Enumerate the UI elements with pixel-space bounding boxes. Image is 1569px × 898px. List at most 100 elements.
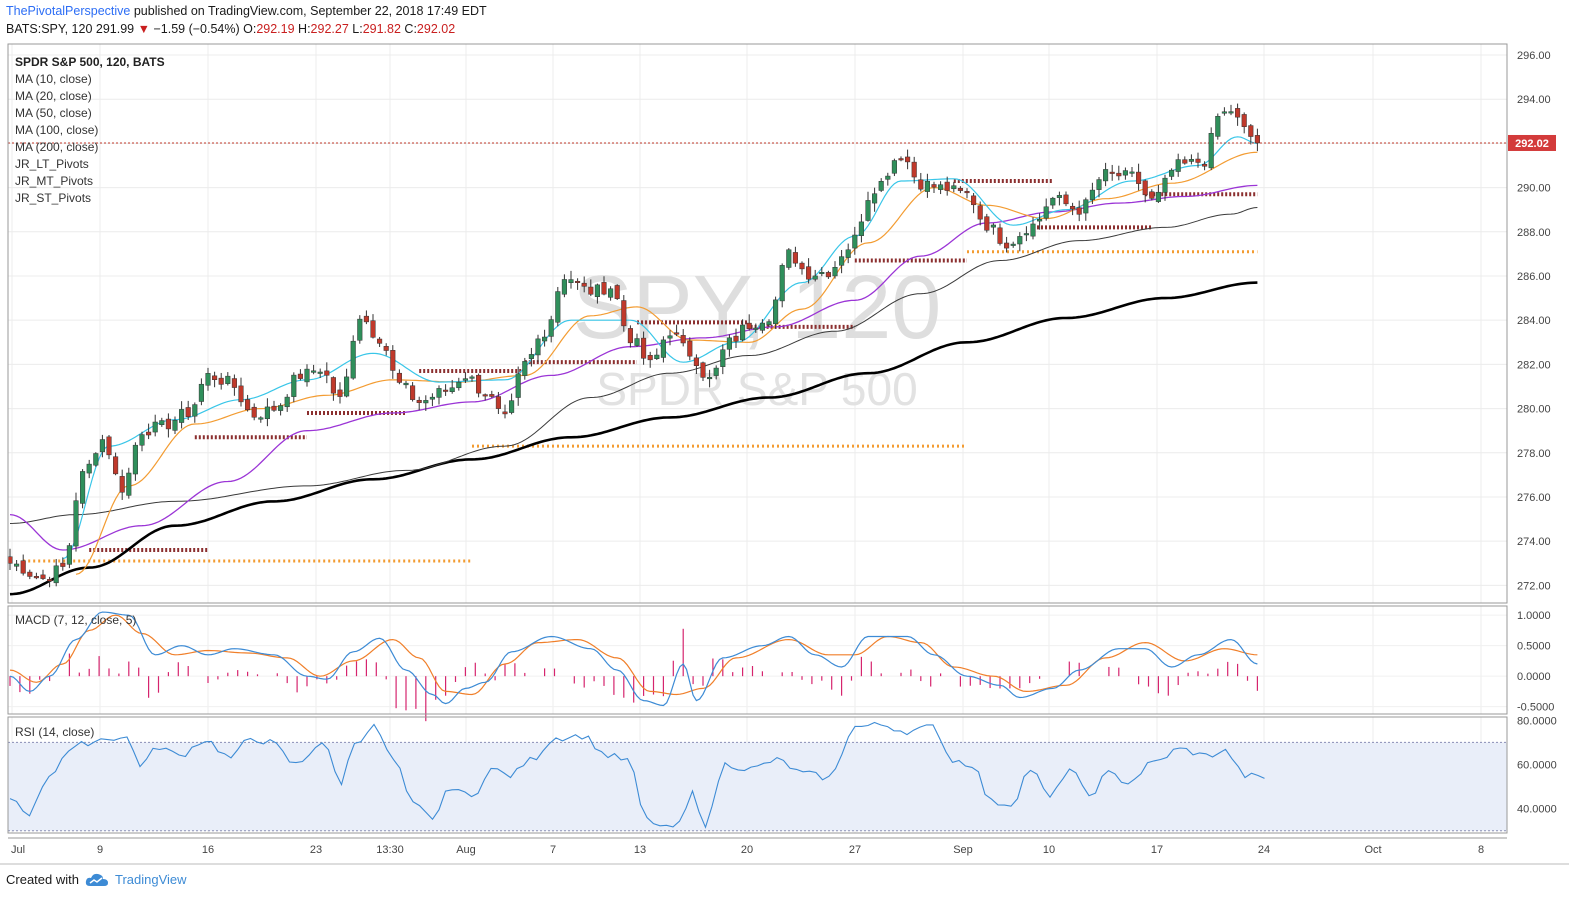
published-text: published on TradingView.com, September … xyxy=(133,4,487,18)
up-candle xyxy=(667,335,673,339)
up-candle xyxy=(568,279,574,283)
down-candle xyxy=(337,389,343,397)
down-candle xyxy=(627,328,633,344)
down-candle xyxy=(495,396,501,409)
time-tick-label: 9 xyxy=(97,844,103,856)
time-tick-label: 7 xyxy=(550,844,556,856)
up-candle xyxy=(1050,197,1056,206)
legend-st-pivots[interactable]: JR_ST_Pivots xyxy=(15,190,165,207)
up-candle xyxy=(878,181,884,191)
down-candle xyxy=(997,227,1003,244)
up-candle xyxy=(423,400,429,404)
up-candle xyxy=(192,404,198,417)
up-candle xyxy=(528,354,534,359)
pane-border xyxy=(7,605,1508,715)
legend-ma200[interactable]: MA (200, close) xyxy=(15,139,165,156)
rsi-title[interactable]: RSI (14, close) xyxy=(15,725,94,739)
price-tick-label: 278.00 xyxy=(1517,448,1551,460)
down-candle xyxy=(1116,172,1122,177)
footer: Created with TradingView xyxy=(6,872,187,887)
rsi-tick-label: 80.0000 xyxy=(1517,715,1557,727)
legend-mt-pivots[interactable]: JR_MT_Pivots xyxy=(15,173,165,190)
up-candle xyxy=(403,382,409,386)
up-candle xyxy=(1175,159,1181,172)
down-candle xyxy=(410,385,416,400)
down-candle xyxy=(964,191,970,194)
time-tick-label: 13 xyxy=(634,844,646,856)
indicator-legend: SPDR S&P 500, 120, BATS MA (10, close) M… xyxy=(15,54,165,207)
macd-title[interactable]: MACD (7, 12, close, 5) xyxy=(15,613,136,627)
up-candle xyxy=(740,324,746,341)
down-candle xyxy=(1182,159,1188,164)
time-tick-label: 23 xyxy=(310,844,322,856)
time-tick-label: Sep xyxy=(953,844,973,856)
up-candle xyxy=(205,373,211,386)
price-chart[interactable]: SPY, 120 SPDR S&P 500 296.00294.00292.00… xyxy=(0,0,1569,898)
down-candle xyxy=(1202,163,1208,167)
macd-pane xyxy=(9,611,1259,722)
up-candle xyxy=(159,420,165,426)
down-candle xyxy=(799,262,805,270)
up-candle xyxy=(357,318,363,341)
legend-ma20[interactable]: MA (20, close) xyxy=(15,88,165,105)
up-candle xyxy=(1089,189,1095,200)
down-candle xyxy=(27,571,33,577)
legend-ma100[interactable]: MA (100, close) xyxy=(15,122,165,139)
legend-ma50[interactable]: MA (50, close) xyxy=(15,105,165,122)
legend-title[interactable]: SPDR S&P 500, 120, BATS xyxy=(15,54,165,71)
up-candle xyxy=(951,185,957,190)
up-candle xyxy=(634,338,640,346)
up-candle xyxy=(1162,177,1168,193)
down-candle xyxy=(443,389,449,392)
up-candle xyxy=(1096,179,1102,190)
down-candle xyxy=(1063,194,1069,205)
price-tick-label: 288.00 xyxy=(1517,227,1551,239)
down-candle xyxy=(680,335,686,344)
time-tick-label: 13:30 xyxy=(376,844,404,856)
down-candle xyxy=(1109,171,1115,174)
up-candle xyxy=(555,291,561,323)
up-candle xyxy=(832,267,838,277)
up-candle xyxy=(819,272,825,275)
created-with-text: Created with xyxy=(6,872,79,887)
down-candle xyxy=(733,335,739,342)
up-candle xyxy=(317,371,323,374)
down-candle xyxy=(33,576,39,579)
down-candle xyxy=(931,184,937,188)
author-link[interactable]: ThePivotalPerspective xyxy=(6,4,130,18)
up-candle xyxy=(132,444,138,475)
legend-ma10[interactable]: MA (10, close) xyxy=(15,71,165,88)
up-candle xyxy=(1010,243,1016,246)
up-candle xyxy=(1188,159,1194,162)
down-candle xyxy=(581,282,587,287)
down-candle xyxy=(231,378,237,388)
high-label: H: xyxy=(298,22,311,36)
down-candle xyxy=(416,399,422,403)
up-candle xyxy=(548,319,554,337)
down-candle xyxy=(621,300,627,327)
down-candle xyxy=(370,320,376,338)
price-tick-label: 294.00 xyxy=(1517,94,1551,106)
close-value: 292.02 xyxy=(416,22,456,36)
up-candle xyxy=(86,463,92,474)
down-candle xyxy=(641,337,647,359)
down-candle xyxy=(502,411,508,415)
up-candle xyxy=(311,370,317,373)
up-candle xyxy=(1103,169,1109,182)
down-candle xyxy=(20,560,26,574)
down-candle xyxy=(482,394,488,397)
time-tick-label: 10 xyxy=(1043,844,1055,856)
up-candle xyxy=(654,354,660,360)
up-candle xyxy=(753,327,759,330)
up-candle xyxy=(726,337,732,350)
up-candle xyxy=(759,322,765,331)
up-candle xyxy=(179,409,185,423)
up-candle xyxy=(284,396,290,408)
up-candle xyxy=(1083,199,1089,214)
up-candle xyxy=(264,406,270,420)
legend-lt-pivots[interactable]: JR_LT_Pivots xyxy=(15,156,165,173)
up-candle xyxy=(99,439,105,453)
tradingview-link[interactable]: TradingView xyxy=(115,872,187,887)
down-candle xyxy=(674,332,680,335)
down-candle xyxy=(693,357,699,366)
